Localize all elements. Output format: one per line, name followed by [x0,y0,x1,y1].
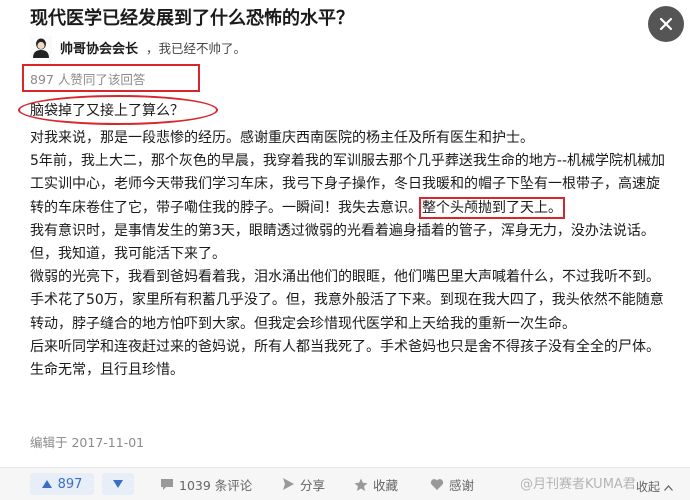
answer-paragraph: 微弱的光亮下，我看到爸妈看着我，泪水涌出他们的眼眶，他们嘴巴里大声喊着什么，不过… [30,269,660,286]
author-bio: ，我已经不帅了。 [146,40,247,56]
collapse-button[interactable]: 收起 [636,478,673,495]
upvote-arrow-icon [41,480,52,488]
answer-body: 对我来说，那是一段悲惨的经历。感谢重庆西南医院的杨主任及所有医生和护士。 5年前… [30,127,670,382]
upvote-count: 897 [57,476,83,492]
answer-paragraph: 对我来说，那是一段悲惨的经历。感谢重庆西南医院的杨主任及所有医生和护士。 [30,130,534,146]
downvote-button[interactable] [102,473,134,495]
share-button[interactable]: 分享 [282,475,325,494]
highlighted-phrase: 整个头颅抛到了天上。 [419,196,565,219]
heart-icon [430,479,444,490]
collapse-label: 收起 [636,480,661,494]
answer-paragraph: 5年前，我上大二，那个灰色的早晨，我穿着我的军训服去那个几乎葬送我生命的地方--… [30,150,670,220]
share-label: 分享 [300,478,326,493]
quoted-question: 脑袋掉了又接上了算么？ [30,103,184,119]
author-name[interactable]: 帅哥协会会长 [60,38,138,57]
vote-count-label: 897 人赞同了该回答 [30,71,146,87]
author-row: 帅哥协会会长 ，我已经不帅了。 [30,34,246,60]
close-icon [659,17,673,31]
avatar-icon[interactable] [30,36,52,58]
answer-paragraph: 后来听同学和连夜赶过来的爸妈说，所有人都当我死了。手术爸妈也只是舍不得孩子没有全… [30,338,660,379]
answer-paragraph: 我有意识时，是事情发生的第3天，眼睛透过微弱的光看着遍身插着的管子，浑身无力，没… [30,222,655,263]
upvote-button[interactable]: 897 [30,473,94,495]
thanks-label: 感谢 [449,478,475,493]
thanks-button[interactable]: 感谢 [430,475,474,494]
comment-icon [161,479,173,490]
chevron-up-icon [663,485,673,491]
edited-date[interactable]: 编辑于 2017-11-01 [30,432,144,451]
vote-count-text: 897 人赞同了该回答 [22,64,200,92]
watermark-text: @月刊赛者KUMA君 [520,477,636,492]
downvote-arrow-icon [113,480,123,488]
collect-label: 收藏 [373,478,399,493]
question-title[interactable]: 现代医学已经发展到了什么恐怖的水平？ [30,4,354,30]
answer-paragraph-text: 5年前，我上大二，那个灰色的早晨，我穿着我的军训服去那个几乎葬送我生命的地方--… [30,153,666,216]
comments-button[interactable]: 1039 条评论 [160,475,252,494]
star-icon [354,478,368,491]
answer-paragraph: 手术花了50万，家里所有积蓄几乎没了。但，我意外般活了下来。到现在我大四了，我头… [30,292,664,332]
close-button[interactable] [648,6,684,42]
share-icon [283,478,294,490]
comments-label: 1039 条评论 [179,478,253,493]
collect-button[interactable]: 收藏 [354,475,398,494]
